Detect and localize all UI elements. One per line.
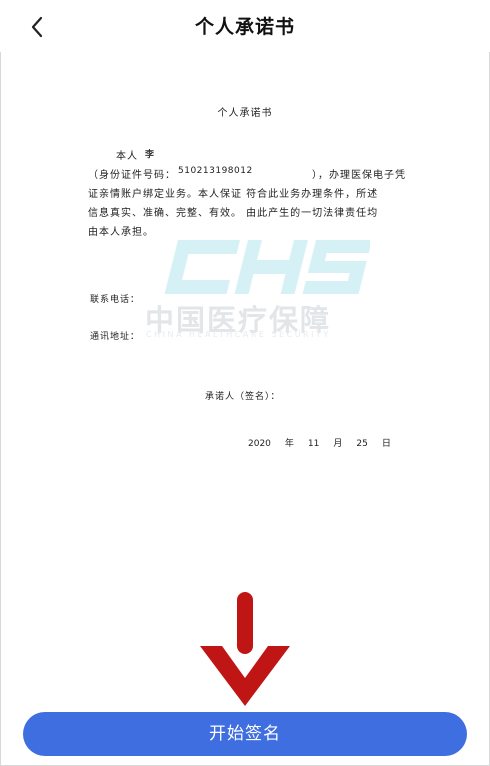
start-signing-button[interactable]: 开始签名 bbox=[23, 712, 467, 756]
id-number: 510213198012 bbox=[178, 166, 253, 176]
body-text-line-3: 信息真实、准确、完整、有效。 由此产生的一切法律责任均 bbox=[88, 208, 379, 219]
date-month: 11 bbox=[307, 439, 320, 449]
down-arrow-icon bbox=[200, 592, 290, 706]
watermark-english-name: CHINA HEALTHCARE SECURITY bbox=[146, 330, 331, 339]
date-day-unit: 日 bbox=[381, 439, 391, 449]
phone-label: 联系电话： bbox=[90, 295, 141, 305]
body-text-line-4: 由本人承担。 bbox=[88, 227, 154, 238]
name-label: 本人 bbox=[116, 151, 138, 162]
signature-label: 承诺人（签名）： bbox=[205, 392, 281, 402]
header-bar: 个人承诺书 bbox=[0, 0, 490, 52]
page-title: 个人承诺书 bbox=[194, 16, 295, 38]
document-title: 个人承诺书 bbox=[217, 108, 273, 119]
date-row: 2020 年 11 月 25 日 bbox=[248, 436, 391, 449]
date-year-unit: 年 bbox=[284, 439, 294, 449]
date-day: 25 bbox=[356, 439, 368, 449]
id-label: （身份证件号码： bbox=[88, 170, 176, 181]
date-month-unit: 月 bbox=[333, 439, 343, 449]
address-label: 通讯地址： bbox=[90, 332, 141, 342]
name-value: 李 bbox=[145, 150, 155, 160]
date-year: 2020 bbox=[248, 439, 271, 449]
body-text-line-1: ），办理医保电子凭 bbox=[312, 170, 406, 181]
body-text-line-2: 证亲情账户绑定业务。本人保证 符合此业务办理条件，所述 bbox=[88, 189, 379, 200]
